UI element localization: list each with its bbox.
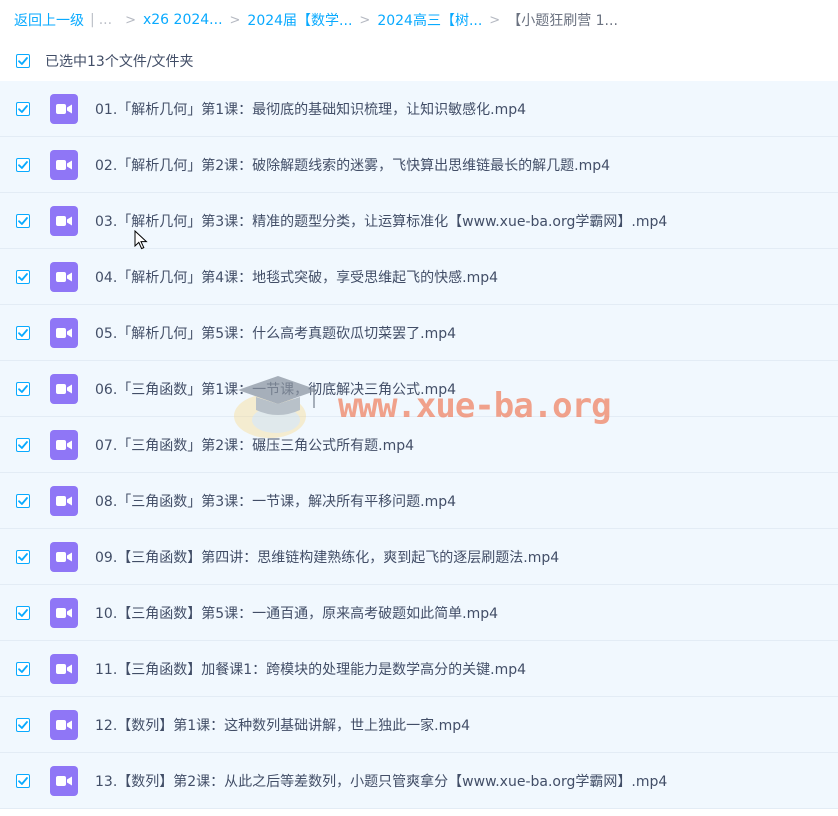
video-file-icon [50,653,78,684]
camera-glyph [56,719,72,730]
select-all-checkbox[interactable] [16,54,30,68]
video-file-icon [50,373,78,404]
mouse-cursor-icon [134,230,148,250]
file-name[interactable]: 02.「解析几何」第2课：破除解题线索的迷雾，飞快算出思维链最长的解几题.mp4 [95,155,610,175]
checkmark-icon [18,216,28,225]
file-checkbox[interactable] [16,157,30,172]
camera-glyph [56,103,72,114]
file-checkbox[interactable] [16,661,30,676]
file-name[interactable]: 09.【三角函数】第四讲：思维链构建熟练化，爽到起飞的逐层刷题法.mp4 [95,547,559,567]
file-row[interactable]: 08.「三角函数」第3课：一节课，解决所有平移问题.mp4 [0,473,838,529]
checkmark-icon [18,440,28,449]
chevron-right-icon: > [229,12,241,28]
file-row[interactable]: 11.【三角函数】加餐课1：跨模块的处理能力是数学高分的关键.mp4 [0,641,838,697]
file-checkbox[interactable] [16,717,30,732]
camera-glyph [56,439,72,450]
checkmark-icon [18,720,28,729]
camera-glyph [56,327,72,338]
checkmark-icon [18,608,28,617]
file-name[interactable]: 03.「解析几何」第3课：精准的题型分类，让运算标准化【www.xue-ba.o… [95,211,667,231]
file-name[interactable]: 05.「解析几何」第5课：什么高考真题砍瓜切菜罢了.mp4 [95,323,456,343]
file-row[interactable]: 13.【数列】第2课：从此之后等差数列，小题只管爽拿分【www.xue-ba.o… [0,753,838,809]
file-name[interactable]: 07.「三角函数」第2课：碾压三角公式所有题.mp4 [95,435,414,455]
checkmark-icon [18,104,28,113]
breadcrumb-item-1[interactable]: x26 2024... [143,12,223,28]
checkmark-icon [18,160,28,169]
breadcrumb-item-2[interactable]: 2024届【数学... [247,10,352,30]
checkmark-icon [18,384,28,393]
video-file-icon [50,541,78,572]
file-name[interactable]: 11.【三角函数】加餐课1：跨模块的处理能力是数学高分的关键.mp4 [95,659,526,679]
checkmark-icon [18,776,28,785]
file-row[interactable]: 10.【三角函数】第5课：一通百通，原来高考破题如此简单.mp4 [0,585,838,641]
video-file-icon [50,597,78,628]
file-checkbox[interactable] [16,101,30,116]
breadcrumb-current: 【小题狂刷营 1... [507,13,618,29]
checkmark-icon [18,496,28,505]
breadcrumb: 返回上一级 | ... > x26 2024... > 2024届【数学... … [14,8,618,32]
camera-glyph [56,159,72,170]
checkmark-icon [18,552,28,561]
camera-glyph [56,551,72,562]
file-name[interactable]: 01.「解析几何」第1课：最彻底的基础知识梳理，让知识敏感化.mp4 [95,99,526,119]
file-checkbox[interactable] [16,773,30,788]
video-file-icon [50,261,78,292]
file-name[interactable]: 08.「三角函数」第3课：一节课，解决所有平移问题.mp4 [95,491,456,511]
file-name[interactable]: 12.【数列】第1课：这种数列基础讲解，世上独此一家.mp4 [95,715,470,735]
file-checkbox[interactable] [16,549,30,564]
file-checkbox[interactable] [16,269,30,284]
camera-glyph [56,383,72,394]
video-file-icon [50,765,78,796]
breadcrumb-item-3[interactable]: 2024高三【树... [377,10,482,30]
file-checkbox[interactable] [16,213,30,228]
file-row[interactable]: 01.「解析几何」第1课：最彻底的基础知识梳理，让知识敏感化.mp4 [0,81,838,137]
camera-glyph [56,607,72,618]
checkmark-icon [18,328,28,337]
chevron-right-icon: > [125,12,136,28]
file-checkbox[interactable] [16,437,30,452]
video-file-icon [50,205,78,236]
video-file-icon [50,317,78,348]
selection-bar: 已选中13个文件/文件夹 [0,44,838,78]
back-link[interactable]: 返回上一级 [14,10,84,30]
checkmark-icon [18,664,28,673]
camera-glyph [56,215,72,226]
breadcrumb-divider: | [90,12,95,28]
file-name[interactable]: 13.【数列】第2课：从此之后等差数列，小题只管爽拿分【www.xue-ba.o… [95,771,667,791]
camera-glyph [56,271,72,282]
file-name[interactable]: 06.「三角函数」第1课：一节课，彻底解决三角公式.mp4 [95,379,456,399]
file-name[interactable]: 10.【三角函数】第5课：一通百通，原来高考破题如此简单.mp4 [95,603,498,623]
breadcrumb-ellipsis[interactable]: ... [99,12,112,28]
video-file-icon [50,709,78,740]
file-list: 01.「解析几何」第1课：最彻底的基础知识梳理，让知识敏感化.mp4 02.「解析… [0,81,838,809]
file-checkbox[interactable] [16,381,30,396]
camera-glyph [56,775,72,786]
checkmark-icon [18,272,28,281]
file-row[interactable]: 02.「解析几何」第2课：破除解题线索的迷雾，飞快算出思维链最长的解几题.mp4 [0,137,838,193]
video-file-icon [50,149,78,180]
file-checkbox[interactable] [16,493,30,508]
file-row[interactable]: 07.「三角函数」第2课：碾压三角公式所有题.mp4 [0,417,838,473]
chevron-right-icon: > [489,12,501,28]
file-row[interactable]: 06.「三角函数」第1课：一节课，彻底解决三角公式.mp4 [0,361,838,417]
checkmark-icon [18,57,28,65]
camera-glyph [56,663,72,674]
video-file-icon [50,429,78,460]
file-name[interactable]: 04.「解析几何」第4课：地毯式突破，享受思维起飞的快感.mp4 [95,267,498,287]
video-file-icon [50,485,78,516]
file-row[interactable]: 09.【三角函数】第四讲：思维链构建熟练化，爽到起飞的逐层刷题法.mp4 [0,529,838,585]
file-row[interactable]: 03.「解析几何」第3课：精准的题型分类，让运算标准化【www.xue-ba.o… [0,193,838,249]
file-checkbox[interactable] [16,605,30,620]
camera-glyph [56,495,72,506]
file-row[interactable]: 12.【数列】第1课：这种数列基础讲解，世上独此一家.mp4 [0,697,838,753]
file-row[interactable]: 04.「解析几何」第4课：地毯式突破，享受思维起飞的快感.mp4 [0,249,838,305]
file-row[interactable]: 05.「解析几何」第5课：什么高考真题砍瓜切菜罢了.mp4 [0,305,838,361]
chevron-right-icon: > [359,12,371,28]
file-checkbox[interactable] [16,325,30,340]
video-file-icon [50,93,78,124]
selection-count: 已选中13个文件/文件夹 [45,54,194,70]
